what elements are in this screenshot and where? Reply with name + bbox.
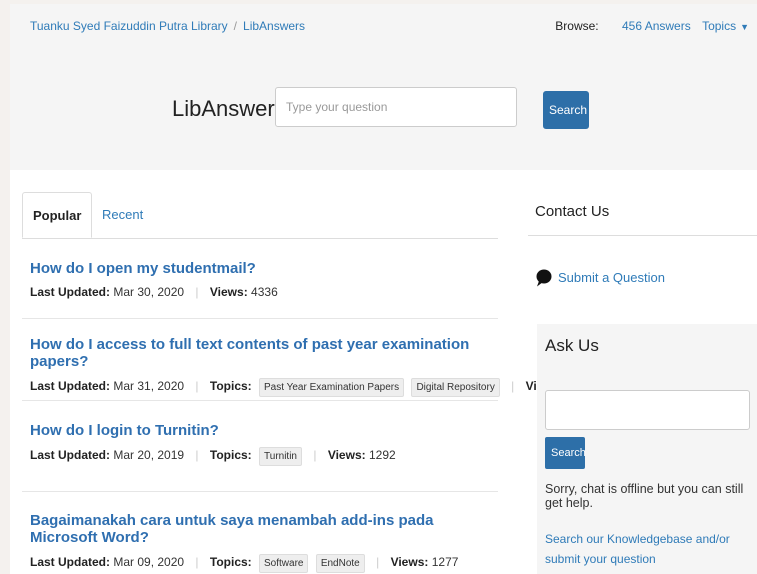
views-value: 1277 <box>431 555 459 569</box>
list-item: How do I access to full text contents of… <box>30 336 594 397</box>
topics-dropdown[interactable]: Topics ▼ <box>702 19 749 33</box>
ask-us-widget: Ask Us Search Sorry, chat is offline but… <box>537 324 757 574</box>
question-meta: Last Updated: Mar 09, 2020 | Topics: Sof… <box>30 554 498 573</box>
page: Tuanku Syed Faizuddin Putra Library / LibA… <box>10 4 757 574</box>
ask-us-search-button[interactable]: Search <box>545 437 586 469</box>
submit-question-link[interactable]: Submit a Question <box>558 270 665 285</box>
last-updated-label: Last Updated: <box>30 448 111 462</box>
breadcrumb-libanswers-link[interactable]: LibAnswers <box>243 19 305 33</box>
tab-popular[interactable]: Popular <box>22 192 93 238</box>
knowledgebase-link[interactable]: Search our Knowledgebase and/or submit y… <box>545 529 755 569</box>
topic-tag[interactable]: Software <box>259 554 309 573</box>
brand-title: LibAnswers <box>172 96 286 121</box>
divider <box>22 491 498 492</box>
divider <box>528 235 757 236</box>
last-updated-value: Mar 31, 2020 <box>113 379 185 393</box>
last-updated-label: Last Updated: <box>30 285 111 299</box>
question-link[interactable]: How do I access to full text contents of… <box>30 336 498 370</box>
speech-bubble-icon <box>536 269 552 287</box>
question-link[interactable]: How do I login to Turnitin? <box>30 422 498 439</box>
topics-label: Topics <box>702 19 737 33</box>
ask-us-input[interactable] <box>545 390 750 430</box>
last-updated-label: Last Updated: <box>30 555 111 569</box>
list-item: How do I open my studentmail? Last Updat… <box>30 260 498 299</box>
topic-tag[interactable]: Past Year Examination Papers <box>259 378 405 397</box>
chat-offline-message: Sorry, chat is offline but you can still… <box>545 482 744 510</box>
last-updated-value: Mar 09, 2020 <box>113 555 185 569</box>
last-updated-label: Last Updated: <box>30 379 111 393</box>
answers-link[interactable]: 456 Answers <box>622 19 691 33</box>
breadcrumb: Tuanku Syed Faizuddin Putra Library / LibA… <box>30 19 305 33</box>
question-link[interactable]: Bagaimanakah cara untuk saya menambah ad… <box>30 512 498 546</box>
question-meta: Last Updated: Mar 31, 2020 | Topics: Pas… <box>30 378 594 397</box>
question-meta: Last Updated: Mar 20, 2019 | Topics: Tur… <box>30 447 498 466</box>
question-meta: Last Updated: Mar 30, 2020 | Views: 4336 <box>30 285 278 299</box>
last-updated-value: Mar 20, 2019 <box>113 448 185 462</box>
browse-label: Browse: <box>555 19 599 33</box>
breadcrumb-separator: / <box>233 19 238 33</box>
views-label: Views: <box>327 448 366 462</box>
list-item: Bagaimanakah cara untuk saya menambah ad… <box>30 512 498 573</box>
topics-label: Topics: <box>209 448 252 462</box>
contact-us-heading: Contact Us <box>535 203 610 220</box>
topics-label: Topics: <box>209 379 252 393</box>
topic-tag[interactable]: Digital Repository <box>411 378 500 397</box>
browse-bar: Browse: 456 Answers Topics ▼ <box>555 19 749 33</box>
list-item: How do I login to Turnitin? Last Updated… <box>30 422 498 466</box>
views-value: 4336 <box>251 285 278 299</box>
tab-recent[interactable]: Recent <box>92 192 153 238</box>
last-updated-value: Mar 30, 2020 <box>113 285 185 299</box>
search-input[interactable] <box>275 87 517 127</box>
topic-tag[interactable]: Turnitin <box>259 447 302 466</box>
views-label: Views: <box>390 555 429 569</box>
views-value: 1292 <box>368 448 396 462</box>
search-button[interactable]: Search <box>543 91 589 129</box>
caret-down-icon: ▼ <box>740 22 749 32</box>
question-link[interactable]: How do I open my studentmail? <box>30 260 498 277</box>
ask-us-heading: Ask Us <box>545 336 599 355</box>
tab-bar: Popular Recent <box>22 192 498 239</box>
views-label: Views: <box>209 285 248 299</box>
divider <box>22 400 498 401</box>
breadcrumb-library-link[interactable]: Tuanku Syed Faizuddin Putra Library <box>30 19 228 33</box>
divider <box>22 318 498 319</box>
header: Tuanku Syed Faizuddin Putra Library / LibA… <box>10 4 757 170</box>
topics-label: Topics: <box>209 555 252 569</box>
topic-tag[interactable]: EndNote <box>315 554 365 573</box>
